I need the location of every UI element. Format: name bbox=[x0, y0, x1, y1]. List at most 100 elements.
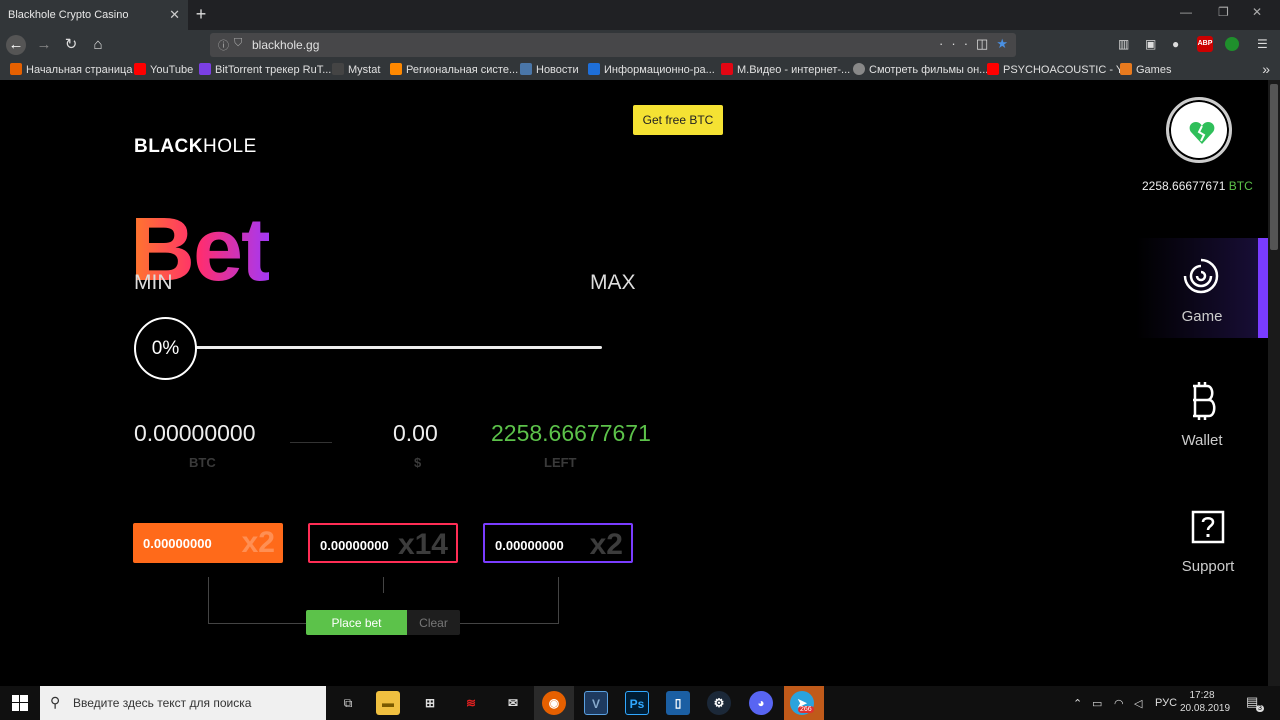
chevron-right-icon[interactable]: » bbox=[1262, 61, 1270, 77]
bet-slider-knob[interactable]: 0% bbox=[134, 317, 197, 380]
sidebar-toggle-icon[interactable]: ▣ bbox=[1145, 37, 1156, 51]
mvideo-icon bbox=[721, 63, 733, 75]
globe-icon bbox=[853, 63, 865, 75]
bookmark-item[interactable]: Mystat bbox=[332, 63, 380, 76]
bookmark-item[interactable]: PSYCHOACOUSTIC - Y... bbox=[987, 63, 1131, 76]
browser-tab[interactable]: Blackhole Crypto Casino ✕ bbox=[0, 0, 188, 30]
sidebar-item-label: Game bbox=[1181, 308, 1223, 325]
multiplier-x2-purple[interactable]: 0.00000000 x2 bbox=[483, 523, 633, 563]
multiplier-x14-red[interactable]: 0.00000000 x14 bbox=[308, 523, 458, 563]
region-icon bbox=[390, 63, 402, 75]
reload-button[interactable]: ↻ bbox=[61, 35, 81, 55]
bookmark-item[interactable]: Информационно-ра... bbox=[588, 63, 715, 76]
bookmark-item[interactable]: Региональная систе... bbox=[390, 63, 518, 76]
app-icon[interactable]: ≋ bbox=[459, 691, 483, 715]
multiplier-value: 0.00000000 bbox=[320, 538, 389, 553]
info-icon[interactable]: ⓘ bbox=[218, 37, 229, 53]
url-text[interactable]: blackhole.gg bbox=[252, 38, 319, 52]
minimize-icon[interactable]: — bbox=[1180, 5, 1192, 19]
photoshop-icon[interactable]: Ps bbox=[625, 691, 649, 715]
home-button[interactable]: ⌂ bbox=[88, 35, 108, 55]
forward-button[interactable]: → bbox=[34, 35, 54, 55]
page-actions-icon[interactable]: ··· bbox=[939, 36, 976, 51]
url-bar[interactable]: ⓘ ⛉ blackhole.gg ···◫★ bbox=[210, 33, 1016, 57]
search-icon: ⚲ bbox=[50, 694, 61, 710]
taskbar: ⚲ Введите здесь текст для поиска ⧉ ▬ ⊞ ≋… bbox=[0, 686, 1280, 720]
scrollbar-thumb[interactable] bbox=[1270, 84, 1278, 250]
browser-nav-bar: ← → ↻ ⌂ ⓘ ⛉ blackhole.gg ···◫★ ▥ ▣ ● ☰ bbox=[0, 30, 1280, 60]
connector-line bbox=[208, 623, 308, 624]
file-explorer-icon[interactable]: ▬ bbox=[376, 691, 400, 715]
firefox-icon bbox=[10, 63, 22, 75]
restore-icon[interactable]: ❐ bbox=[1218, 5, 1229, 19]
menu-icon[interactable]: ☰ bbox=[1257, 37, 1268, 51]
tab-title: Blackhole Crypto Casino bbox=[8, 9, 129, 21]
mail-icon[interactable]: ✉ bbox=[501, 691, 525, 715]
connector-line bbox=[460, 623, 559, 624]
connector-line bbox=[383, 577, 384, 593]
sidebar-item-label: Wallet bbox=[1181, 432, 1223, 449]
app-icon[interactable]: ▯ bbox=[666, 691, 690, 715]
start-button[interactable] bbox=[0, 686, 40, 720]
firefox-icon[interactable]: ◉ bbox=[542, 691, 566, 715]
taskbar-search[interactable]: ⚲ Введите здесь текст для поиска bbox=[40, 686, 326, 720]
chevron-up-icon[interactable]: ⌃ bbox=[1073, 697, 1082, 710]
account-icon[interactable]: ● bbox=[1172, 37, 1179, 51]
close-tab-icon[interactable]: ✕ bbox=[169, 7, 180, 23]
torrent-icon bbox=[199, 63, 211, 75]
extension-icon[interactable] bbox=[1225, 37, 1239, 51]
bookmark-item[interactable]: Смотреть фильмы он... bbox=[853, 63, 988, 76]
multiplier-value: 0.00000000 bbox=[495, 538, 564, 553]
visual-studio-icon[interactable]: V bbox=[584, 691, 608, 715]
volume-icon[interactable]: ◁ bbox=[1134, 697, 1142, 710]
connector-line bbox=[208, 577, 209, 624]
bet-slider-track[interactable] bbox=[190, 346, 602, 349]
bookmark-star-icon[interactable]: ★ bbox=[996, 36, 1008, 51]
library-icon[interactable]: ▥ bbox=[1118, 37, 1129, 51]
get-free-btc-button[interactable]: Get free BTC bbox=[633, 105, 723, 135]
task-view-icon[interactable]: ⧉ bbox=[336, 691, 360, 715]
bookmark-item[interactable]: BitTorrent трекер RuT... bbox=[199, 63, 331, 76]
bookmark-item[interactable]: Новости bbox=[520, 63, 579, 76]
clock[interactable]: 17:28 20.08.2019 bbox=[1180, 689, 1231, 715]
sidebar-item-wallet[interactable]: Wallet bbox=[1136, 370, 1268, 470]
info-site-icon bbox=[588, 63, 600, 75]
clear-button[interactable]: Clear bbox=[407, 610, 460, 635]
multiplier-x2-orange[interactable]: 0.00000000 x2 bbox=[133, 523, 283, 563]
battery-icon[interactable]: ▭ bbox=[1092, 697, 1102, 710]
close-window-icon[interactable]: ✕ bbox=[1252, 5, 1262, 19]
bookmark-item[interactable]: YouTube bbox=[134, 63, 193, 76]
sidebar-item-support[interactable]: Support bbox=[1142, 496, 1268, 596]
store-icon[interactable]: ⊞ bbox=[418, 691, 442, 715]
wifi-icon[interactable]: ◠ bbox=[1114, 697, 1124, 710]
sidebar-item-game[interactable]: Game bbox=[1136, 238, 1268, 338]
clock-date: 20.08.2019 bbox=[1180, 703, 1231, 714]
avatar[interactable] bbox=[1166, 97, 1232, 163]
max-label[interactable]: MAX bbox=[590, 271, 636, 295]
place-bet-button[interactable]: Place bet bbox=[306, 610, 407, 635]
windows-icon bbox=[12, 695, 28, 711]
vk-icon bbox=[520, 63, 532, 75]
site-logo[interactable]: BLACKHOLE bbox=[134, 136, 257, 158]
btc-amount: 0.00000000 bbox=[134, 420, 256, 446]
bookmark-item[interactable]: М.Видео - интернет-... bbox=[721, 63, 850, 76]
browser-tab-bar: Blackhole Crypto Casino ✕ + — ❐ ✕ bbox=[0, 0, 1280, 30]
steam-icon[interactable]: ⚙ bbox=[707, 691, 731, 715]
adblock-icon[interactable]: ABP bbox=[1197, 36, 1213, 52]
mystat-icon bbox=[332, 63, 344, 75]
bookmark-item[interactable]: Начальная страница bbox=[10, 63, 132, 76]
page-scrollbar[interactable] bbox=[1268, 80, 1280, 686]
discord-icon[interactable]: ◕ bbox=[749, 691, 773, 715]
search-placeholder: Введите здесь текст для поиска bbox=[73, 696, 252, 710]
bookmark-item[interactable]: Games bbox=[1120, 63, 1171, 76]
shield-icon[interactable]: ⛉ bbox=[234, 37, 242, 50]
language-indicator[interactable]: РУС bbox=[1155, 697, 1177, 709]
back-button[interactable]: ← bbox=[6, 35, 26, 55]
min-label[interactable]: MIN bbox=[134, 271, 173, 295]
multiplier-factor: x2 bbox=[241, 526, 275, 559]
youtube-icon bbox=[134, 63, 146, 75]
new-tab-button[interactable]: + bbox=[192, 4, 210, 24]
question-icon bbox=[1191, 510, 1225, 544]
pocket-icon[interactable]: ◫ bbox=[976, 36, 996, 51]
btc-label: BTC bbox=[189, 455, 216, 470]
